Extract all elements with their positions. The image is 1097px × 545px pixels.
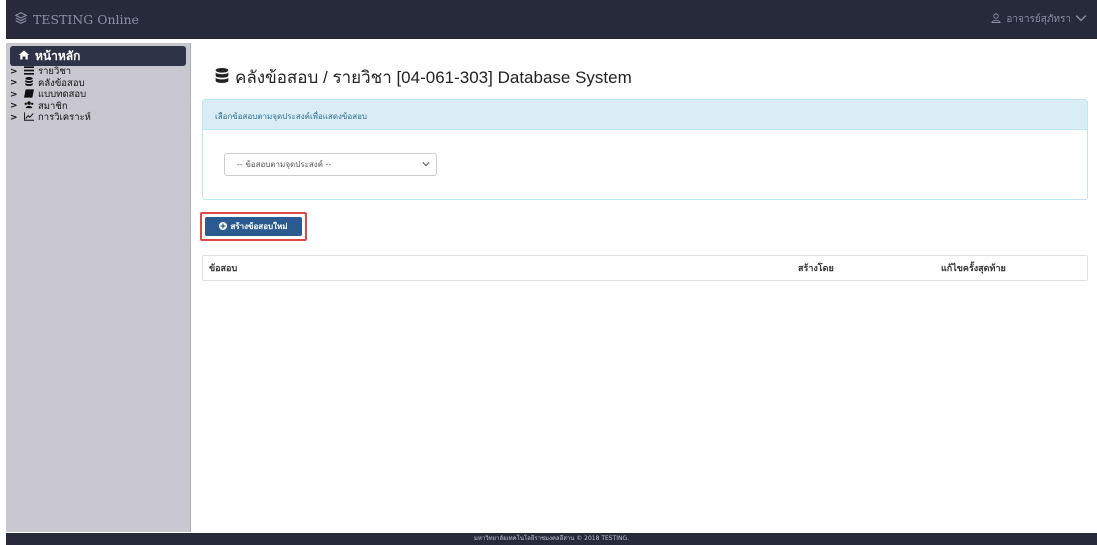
column-header-last-modified[interactable]: แก้ไขครั้งสุดท้าย xyxy=(935,261,1087,275)
chevron-right-icon: > xyxy=(10,112,18,123)
database-icon xyxy=(215,67,229,88)
brand[interactable]: TESTING Online xyxy=(14,11,139,28)
footer: มหาวิทยาลัยเทคโนโลยีราชมงคลอีสาน © 2018 … xyxy=(6,533,1097,545)
users-icon xyxy=(24,100,34,112)
sidebar-item-home[interactable]: หน้าหลัก xyxy=(10,46,186,66)
user-name: อาจารย์สุภัทรา xyxy=(1006,14,1071,25)
database-icon xyxy=(24,77,34,89)
page-title-text: คลังข้อสอบ / รายวิชา [04-061-303] Databa… xyxy=(235,68,632,87)
column-header-created-by[interactable]: สร้างโดย xyxy=(792,261,935,275)
chevron-down-icon xyxy=(1075,12,1087,27)
sidebar-item-analysis[interactable]: > การวิเคราะห์ xyxy=(10,112,186,124)
user-menu[interactable]: อาจารย์สุภัทรา xyxy=(990,12,1087,27)
chevron-right-icon: > xyxy=(10,78,18,89)
app-window: TESTING Online อาจารย์สุภัทรา หน้าหลัก > xyxy=(6,0,1097,545)
chevron-right-icon: > xyxy=(10,89,18,100)
column-header-question[interactable]: ข้อสอบ xyxy=(203,261,792,275)
sidebar-item-courses[interactable]: > รายวิชา xyxy=(10,66,186,78)
sidebar: หน้าหลัก > รายวิชา > คลังข้อสอบ > แบบทดส… xyxy=(6,43,191,532)
user-icon xyxy=(990,12,1002,27)
sidebar-item-tests[interactable]: > แบบทดสอบ xyxy=(10,89,186,101)
panel-heading: เลือกข้อสอบตามจุดประสงค์เพื่อแสดงข้อสอบ xyxy=(203,100,1087,130)
chevron-right-icon: > xyxy=(10,101,18,112)
book-icon xyxy=(24,89,34,101)
chart-line-icon xyxy=(23,112,34,124)
list-icon xyxy=(24,66,34,78)
chevron-right-icon: > xyxy=(10,66,18,77)
main-content: คลังข้อสอบ / รายวิชา [04-061-303] Databa… xyxy=(200,52,1088,281)
objective-select[interactable]: -- ข้อสอบตามจุดประสงค์ -- xyxy=(224,153,437,176)
sidebar-menu: > รายวิชา > คลังข้อสอบ > แบบทดสอบ > สมาช… xyxy=(10,66,186,124)
create-question-button[interactable]: สร้างข้อสอบใหม่ xyxy=(205,217,302,236)
plus-circle-icon xyxy=(219,221,228,232)
sidebar-item-label: การวิเคราะห์ xyxy=(38,112,91,124)
chevron-down-icon xyxy=(422,160,430,169)
questions-table-header: ข้อสอบ สร้างโดย แก้ไขครั้งสุดท้าย xyxy=(202,255,1088,281)
layers-icon xyxy=(14,11,28,28)
filter-panel: เลือกข้อสอบตามจุดประสงค์เพื่อแสดงข้อสอบ … xyxy=(202,99,1088,200)
top-navbar: TESTING Online อาจารย์สุภัทรา xyxy=(6,0,1097,39)
home-icon xyxy=(18,49,30,64)
sidebar-item-question-bank[interactable]: > คลังข้อสอบ xyxy=(10,77,186,90)
brand-name: TESTING Online xyxy=(33,12,139,27)
objective-select-value: -- ข้อสอบตามจุดประสงค์ -- xyxy=(237,160,332,169)
page-title: คลังข้อสอบ / รายวิชา [04-061-303] Databa… xyxy=(215,64,1088,91)
create-button-label: สร้างข้อสอบใหม่ xyxy=(230,222,288,231)
create-button-highlight: สร้างข้อสอบใหม่ xyxy=(200,212,307,241)
sidebar-item-members[interactable]: > สมาชิก xyxy=(10,101,186,113)
sidebar-home-label: หน้าหลัก xyxy=(35,48,81,63)
